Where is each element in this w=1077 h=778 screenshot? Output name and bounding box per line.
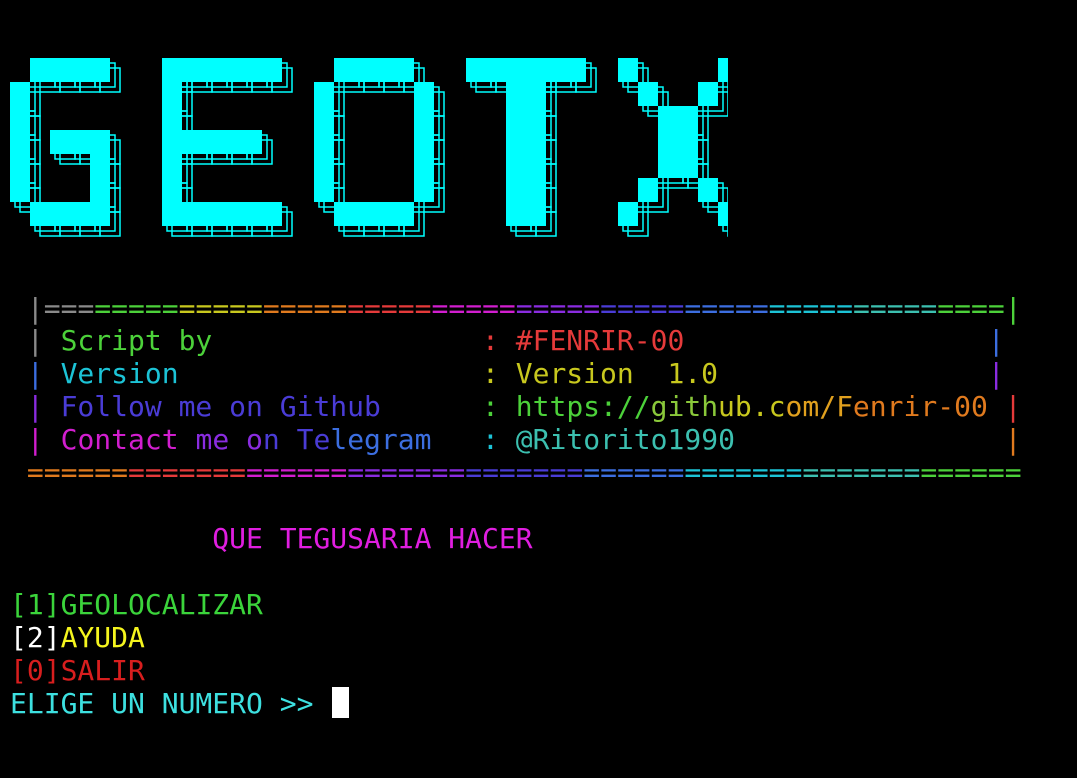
info-row-padding [718,357,988,390]
menu-title: QUE TEGUSARIA HACER [10,522,533,555]
info-row-value: Version 1.0 [515,357,719,390]
info-row-right-bar: | [987,324,1005,357]
info-row-version: | Version : Version 1.0 | [10,357,1005,390]
info-row-padding [735,423,1005,456]
info-row-separator: : [465,390,516,423]
menu-option-salir[interactable]: [0]SALIR [10,654,145,687]
text-cursor[interactable] [332,687,350,718]
info-row-github: | Follow me on Github : https://github.c… [10,390,1022,423]
info-row-label: Version [43,357,466,390]
menu-option-key: [2] [10,621,61,654]
menu-option-key: [1] [10,588,61,621]
info-row-padding [988,390,1005,423]
info-row-right-bar: | [1004,390,1022,423]
menu-option-ayuda[interactable]: [2]AYUDA [10,621,145,654]
terminal-window: |=======================================… [0,0,1077,778]
info-row-padding [684,324,987,357]
info-row-left-bar: | [10,324,44,357]
info-row-left-bar: | [10,357,44,390]
info-row-left-bar: | [10,390,44,423]
info-box-bottom-border: ========================================… [26,456,1022,489]
info-row-telegram: | Contact me on Telegram : @Ritorito1990… [10,423,1022,456]
menu-option-label: GEOLOCALIZAR [60,588,263,621]
info-box-top-border: |=======================================… [26,292,1022,325]
info-row-left-bar: | [10,423,44,456]
input-prompt[interactable]: ELIGE UN NUMERO >> [10,687,350,720]
info-row-separator: : [465,324,516,357]
info-row-script-by: | Script by : #FENRIR-00 | [10,324,1005,357]
menu-option-geolocalizar[interactable]: [1]GEOLOCALIZAR [10,588,263,621]
info-row-right-bar: | [1004,423,1022,456]
info-row-label: Follow me on Github [43,390,466,423]
geotx-banner-logo [10,58,728,237]
github-link[interactable]: https://github.com/Fenrir-00 [516,390,988,423]
info-row-separator: : [465,357,516,390]
info-row-label: Contact me on Telegram [60,423,432,456]
menu-option-label: SALIR [60,654,145,687]
info-row-separator: : [465,423,516,456]
menu-option-key: [0] [10,654,61,687]
info-row-right-bar: | [987,357,1005,390]
prompt-text: ELIGE UN NUMERO >> [10,687,331,720]
info-row-value: #FENRIR-00 [515,324,685,357]
info-row-label: Script by [43,324,466,357]
telegram-handle[interactable]: @Ritorito1990 [516,423,735,456]
menu-option-label: AYUDA [60,621,145,654]
